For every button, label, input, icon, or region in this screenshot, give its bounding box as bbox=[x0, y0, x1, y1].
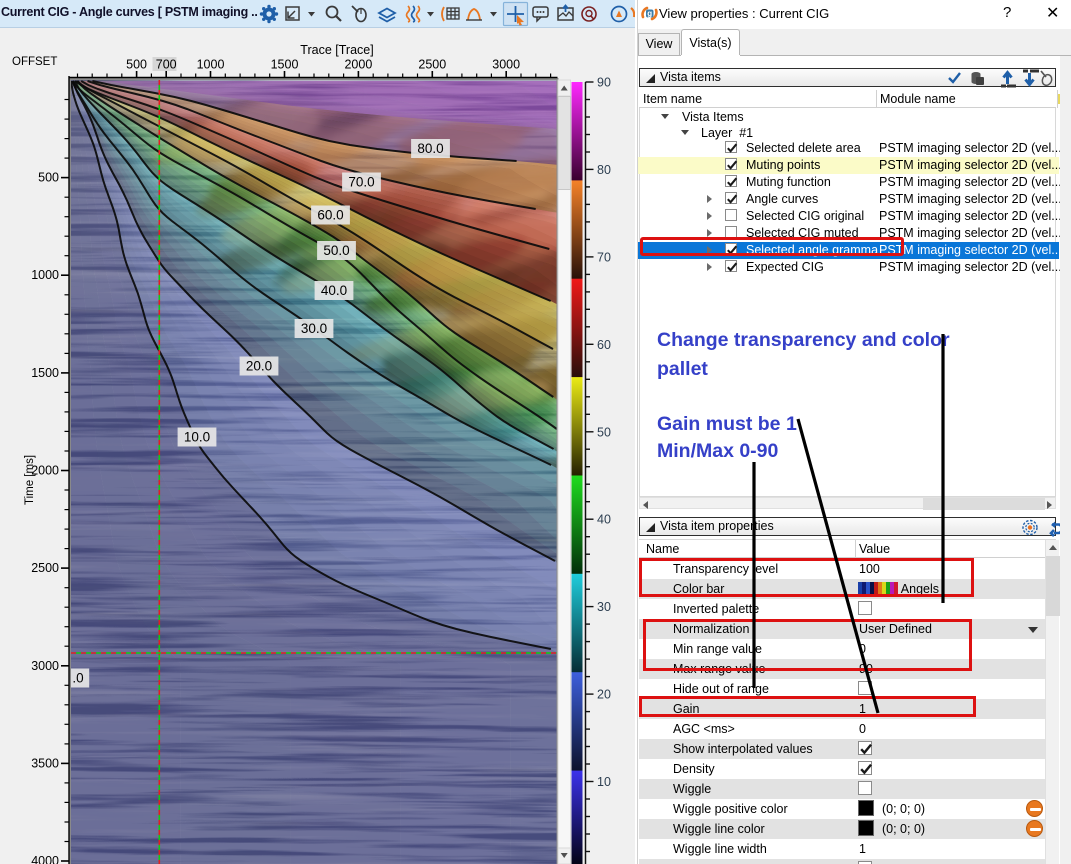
svg-text:2500: 2500 bbox=[418, 58, 446, 72]
svg-text:2500: 2500 bbox=[31, 561, 59, 575]
svg-text:1500: 1500 bbox=[271, 58, 299, 72]
svg-text:30.0: 30.0 bbox=[301, 321, 327, 336]
svg-text:40: 40 bbox=[597, 513, 611, 527]
svg-text:4000: 4000 bbox=[31, 854, 59, 864]
svg-text:1000: 1000 bbox=[31, 268, 59, 282]
svg-text:10.0: 10.0 bbox=[184, 430, 210, 445]
svg-text:OFFSET: OFFSET bbox=[12, 56, 57, 68]
svg-text:80.0: 80.0 bbox=[417, 141, 443, 156]
svg-text:500: 500 bbox=[38, 171, 59, 185]
svg-text:1500: 1500 bbox=[31, 366, 59, 380]
svg-text:.0: .0 bbox=[72, 671, 83, 686]
svg-text:80: 80 bbox=[597, 163, 611, 177]
svg-text:g: g bbox=[647, 9, 652, 18]
svg-text:30: 30 bbox=[597, 600, 611, 614]
svg-text:50: 50 bbox=[597, 425, 611, 439]
svg-text:10: 10 bbox=[597, 775, 611, 789]
svg-text:Trace [Trace]: Trace [Trace] bbox=[300, 43, 373, 57]
svg-text:40.0: 40.0 bbox=[321, 283, 347, 298]
svg-text:60.0: 60.0 bbox=[317, 208, 343, 223]
svg-text:1000: 1000 bbox=[197, 58, 225, 72]
svg-text:3000: 3000 bbox=[492, 58, 520, 72]
svg-text:50.0: 50.0 bbox=[323, 243, 349, 258]
svg-text:3500: 3500 bbox=[31, 756, 59, 770]
svg-text:3000: 3000 bbox=[31, 659, 59, 673]
svg-text:70.0: 70.0 bbox=[348, 175, 374, 190]
svg-text:90: 90 bbox=[597, 76, 611, 90]
svg-text:20: 20 bbox=[597, 688, 611, 702]
svg-text:2000: 2000 bbox=[344, 58, 372, 72]
svg-text:700: 700 bbox=[156, 58, 177, 72]
svg-text:60: 60 bbox=[597, 338, 611, 352]
svg-text:20.0: 20.0 bbox=[246, 359, 272, 374]
svg-text:Time [ms]: Time [ms] bbox=[24, 455, 36, 505]
svg-text:70: 70 bbox=[597, 250, 611, 264]
svg-text:500: 500 bbox=[126, 58, 147, 72]
